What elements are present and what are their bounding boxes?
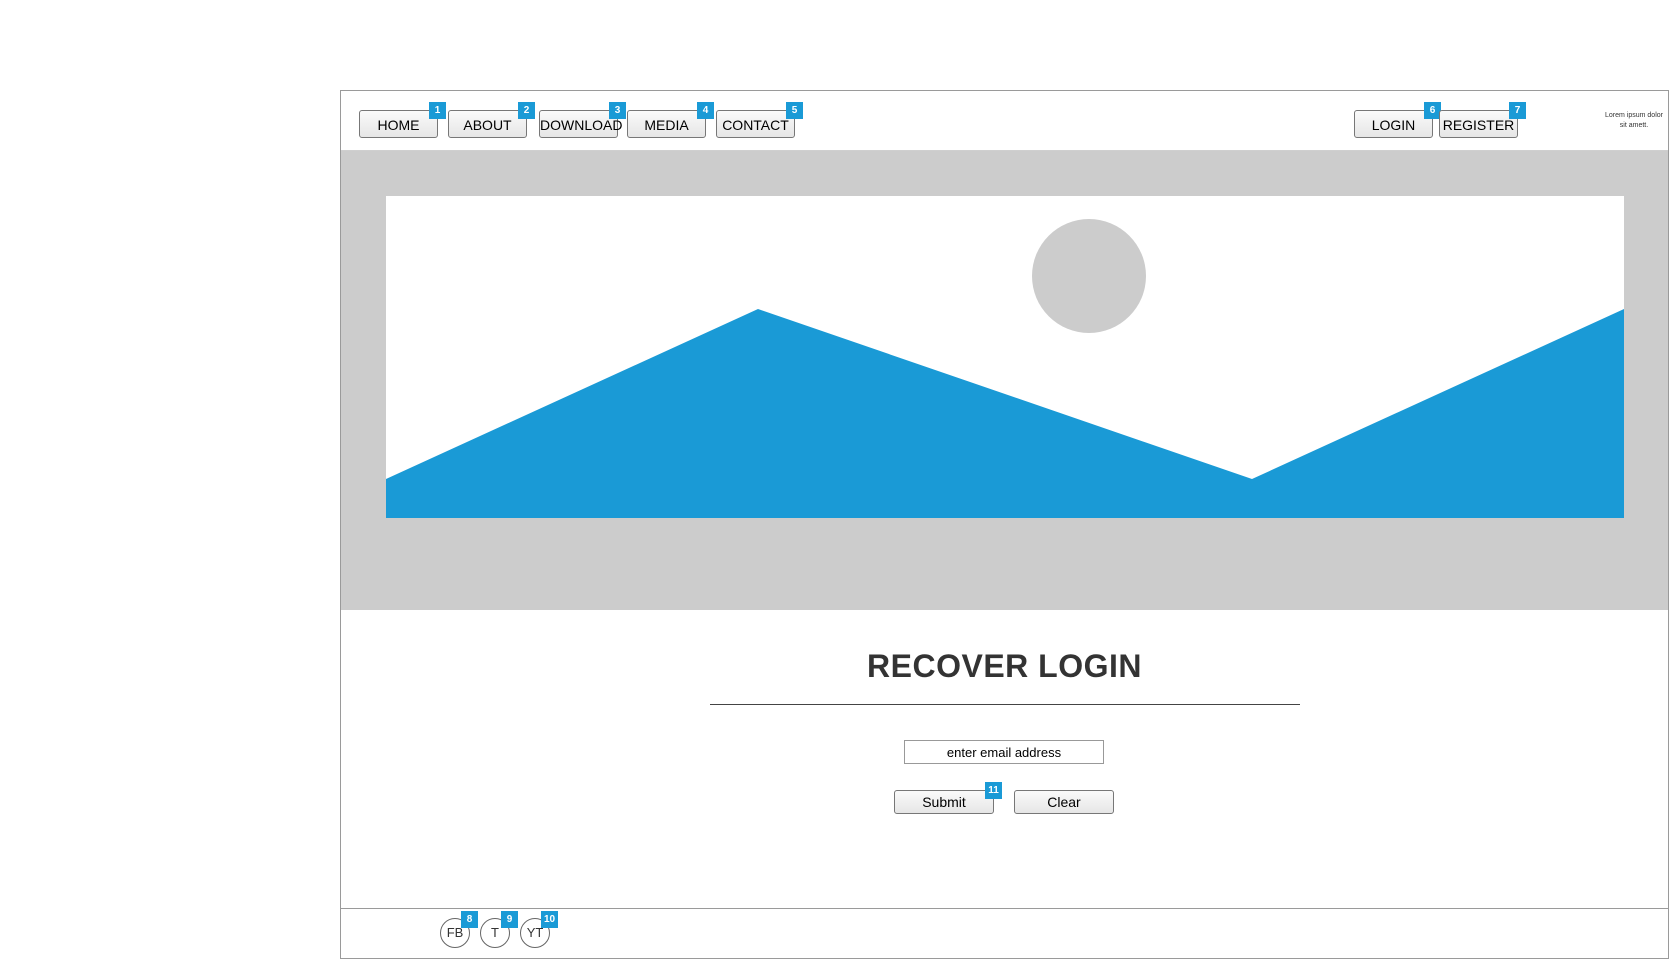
twitter-icon[interactable]: T 9	[480, 911, 518, 948]
hero-image-graphic	[386, 219, 1624, 518]
image-placeholder-icon	[386, 196, 1624, 518]
page-frame: HOME 1 ABOUT 2 DOWNLOAD 3 MEDIA 4 CONTAC…	[340, 90, 1669, 959]
annotation-badge: 2	[518, 102, 535, 119]
nav-home-button[interactable]: HOME 1	[359, 102, 446, 138]
twitter-label: T	[491, 925, 499, 940]
youtube-icon[interactable]: YT 10	[520, 911, 558, 948]
nav-home-label: HOME	[377, 117, 420, 133]
clear-label: Clear	[1047, 794, 1081, 810]
annotation-badge: 11	[985, 782, 1002, 799]
sun-shape	[1032, 219, 1146, 333]
annotation-badge: 5	[786, 102, 803, 119]
email-field[interactable]	[904, 740, 1104, 764]
nav-download-button[interactable]: DOWNLOAD 3	[539, 102, 626, 138]
nav-contact-button[interactable]: CONTACT 5	[716, 102, 803, 138]
mountain-shape	[386, 309, 1624, 518]
nav-contact-label: CONTACT	[722, 117, 789, 133]
annotation-badge: 9	[501, 911, 518, 928]
annotation-badge: 4	[697, 102, 714, 119]
page-title: RECOVER LOGIN	[867, 648, 1142, 684]
annotation-badge: 7	[1509, 102, 1526, 119]
header: HOME 1 ABOUT 2 DOWNLOAD 3 MEDIA 4 CONTAC…	[341, 91, 1668, 151]
facebook-icon[interactable]: FB 8	[440, 911, 478, 948]
recover-login-section: RECOVER LOGIN Submit 11 Clear	[341, 610, 1668, 910]
title-divider	[710, 704, 1300, 705]
register-button[interactable]: REGISTER 7	[1439, 102, 1526, 138]
header-note-text: Lorem ipsum dolor sit amett.	[1605, 112, 1663, 129]
register-label: REGISTER	[1442, 117, 1515, 133]
login-label: LOGIN	[1371, 117, 1416, 133]
nav-media-label: MEDIA	[644, 117, 689, 133]
login-button[interactable]: LOGIN 6	[1354, 102, 1441, 138]
annotation-badge: 10	[541, 911, 558, 928]
nav-about-button[interactable]: ABOUT 2	[448, 102, 535, 138]
submit-button[interactable]: Submit 11	[894, 782, 1002, 814]
submit-label: Submit	[922, 794, 966, 810]
annotation-badge: 1	[429, 102, 446, 119]
nav-about-label: ABOUT	[463, 117, 512, 133]
footer: FB 8 T 9 YT 10	[341, 908, 1668, 958]
nav-download-label: DOWNLOAD	[540, 117, 623, 133]
annotation-badge: 3	[609, 102, 626, 119]
clear-button[interactable]: Clear	[1014, 790, 1114, 814]
hero-banner	[341, 151, 1668, 610]
annotation-badge: 8	[461, 911, 478, 928]
nav-media-button[interactable]: MEDIA 4	[627, 102, 714, 138]
